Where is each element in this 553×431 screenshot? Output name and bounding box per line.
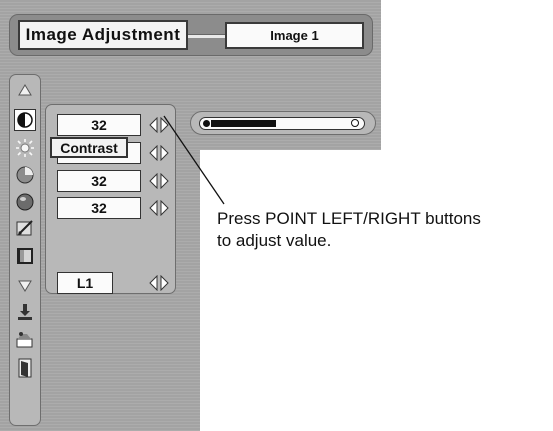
store-icon[interactable] [14, 301, 36, 323]
contrast-arrows-icon[interactable] [149, 117, 169, 133]
contrast-tooltip: Contrast [50, 137, 128, 158]
slider-min-dot [203, 120, 210, 127]
image-mode-selector[interactable]: Image 1 [225, 22, 364, 49]
tint-icon[interactable] [14, 191, 36, 213]
instruction-callout: Press POINT LEFT/RIGHT buttons to adjust… [217, 208, 481, 252]
callout-line-1: Press POINT LEFT/RIGHT buttons [217, 209, 481, 228]
reset-icon[interactable] [14, 329, 36, 351]
slider-fill [211, 120, 276, 127]
tint-arrows-icon[interactable] [149, 200, 169, 216]
menu-title: Image Adjustment [18, 20, 188, 50]
scroll-down-icon[interactable] [14, 275, 36, 297]
menu-title-bar: Image Adjustment Image 1 [9, 14, 373, 56]
scroll-up-icon[interactable] [14, 79, 36, 101]
level-slider[interactable] [190, 111, 376, 135]
menu-icon-column [9, 74, 41, 426]
tint-value[interactable]: 32 [57, 197, 141, 219]
slider-max-dot [351, 119, 359, 127]
callout-line-2: to adjust value. [217, 231, 332, 250]
contrast-value[interactable]: 32 [57, 114, 141, 136]
contrast-icon[interactable] [14, 109, 36, 131]
color-arrows-icon[interactable] [149, 173, 169, 189]
gamma-icon[interactable] [14, 245, 36, 267]
sharpness-icon[interactable] [14, 217, 36, 239]
brightness-icon[interactable] [14, 137, 36, 159]
color-value[interactable]: 32 [57, 170, 141, 192]
gamma-arrows-icon[interactable] [149, 275, 169, 291]
gamma-value[interactable]: L1 [57, 272, 113, 294]
quit-icon[interactable] [14, 357, 36, 379]
color-icon[interactable] [14, 164, 36, 186]
brightness-arrows-icon[interactable] [149, 145, 169, 161]
slider-track[interactable] [199, 117, 365, 130]
adjustment-values-panel: 32 32 32 L1 [45, 104, 176, 294]
